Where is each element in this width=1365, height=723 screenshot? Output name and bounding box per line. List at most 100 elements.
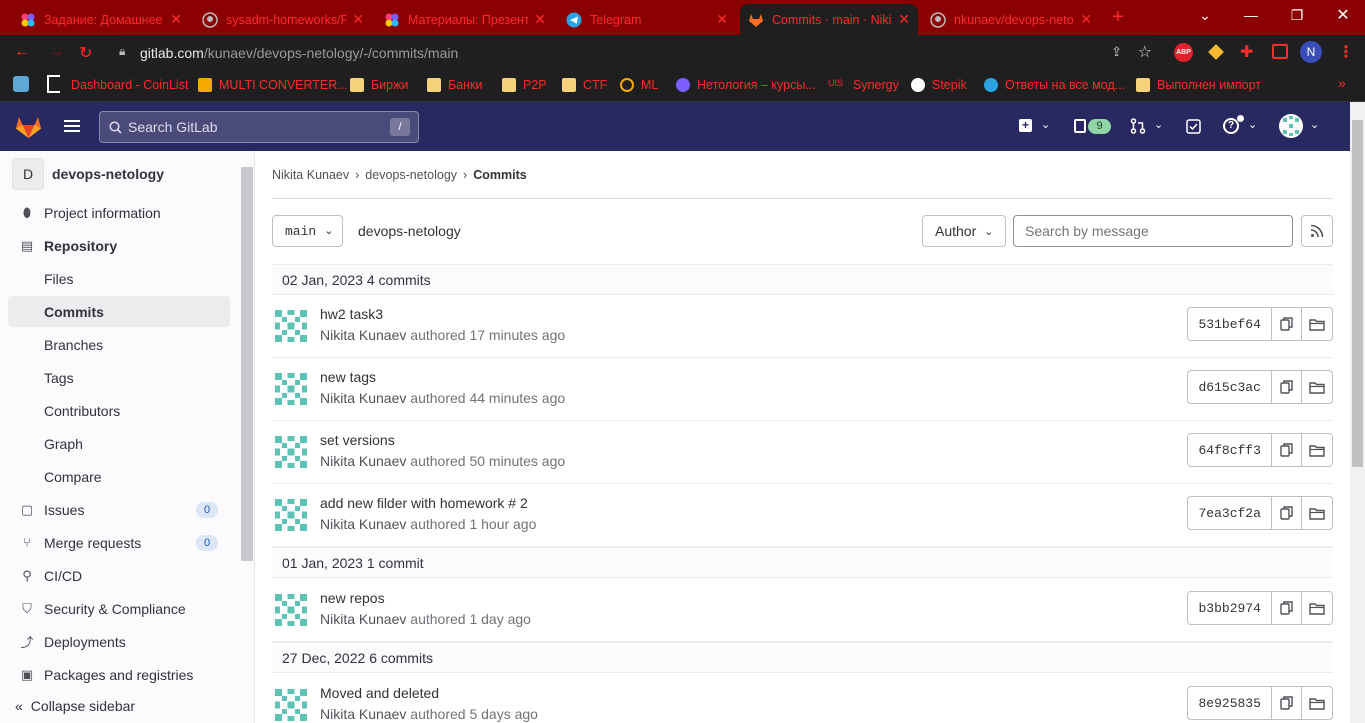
browse-files-button[interactable] xyxy=(1302,497,1332,529)
commit-author[interactable]: Nikita Kunaev xyxy=(320,453,406,469)
close-tab-icon[interactable]: ✕ xyxy=(898,11,910,28)
hamburger-menu-icon[interactable] xyxy=(64,120,80,132)
bookmark-item[interactable]: UIS Synergy xyxy=(828,75,899,95)
sidebar-item-security-compliance[interactable]: ⛉ Security & Compliance xyxy=(8,593,230,624)
browser-menu-icon[interactable]: ⋮ xyxy=(1338,42,1354,62)
search-input[interactable]: Search GitLab / xyxy=(99,111,419,143)
apps-icon[interactable] xyxy=(13,76,29,92)
commit-title[interactable]: add new filder with homework # 2 xyxy=(320,495,528,511)
bookmark-item[interactable]: P2P xyxy=(502,75,547,95)
sidebar-item-deployments[interactable]: ⤴ Deployments xyxy=(8,626,230,657)
sidebar-item-graph[interactable]: Graph xyxy=(8,428,230,459)
sidebar-item-issues[interactable]: ▢ Issues 0 xyxy=(8,494,230,525)
copy-sha-button[interactable] xyxy=(1272,592,1303,624)
sidebar-scrollbar[interactable] xyxy=(241,167,253,561)
search-by-message-input[interactable] xyxy=(1013,215,1293,247)
forward-icon[interactable]: → xyxy=(48,43,64,61)
sidebar-item-packages-registries[interactable]: ▣ Packages and registries xyxy=(8,659,230,690)
bookmark-item[interactable]: CTF xyxy=(562,75,607,95)
todo-icon[interactable] xyxy=(1186,119,1201,134)
close-window-icon[interactable]: ✕ xyxy=(1320,0,1365,30)
commit-author[interactable]: Nikita Kunaev xyxy=(320,390,406,406)
extensions-puzzle-icon[interactable]: ✚ xyxy=(1240,42,1253,62)
binance-extension-icon[interactable] xyxy=(1208,44,1224,60)
bookmark-item[interactable]: Биржи xyxy=(350,75,408,95)
browser-tab[interactable]: Задание: Домашнее з ✕ xyxy=(12,4,190,35)
commit-title[interactable]: new tags xyxy=(320,369,376,385)
commit-author[interactable]: Nikita Kunaev xyxy=(320,516,406,532)
chevron-down-icon[interactable]: ⌄ xyxy=(1154,118,1163,131)
sidebar-item-compare[interactable]: Compare xyxy=(8,461,230,492)
gitlab-logo-icon[interactable] xyxy=(15,113,42,139)
breadcrumb-link[interactable]: Nikita Kunaev xyxy=(272,168,349,182)
close-tab-icon[interactable]: ✕ xyxy=(534,11,546,28)
bookmark-item[interactable]: Stepik xyxy=(911,75,967,95)
close-tab-icon[interactable]: ✕ xyxy=(352,11,364,28)
bookmark-star-icon[interactable]: ☆ xyxy=(1138,42,1152,62)
share-icon[interactable]: ⇪ xyxy=(1111,44,1122,60)
scrollbar-thumb[interactable] xyxy=(1352,120,1363,467)
chevron-down-icon[interactable]: ⌄ xyxy=(1310,118,1319,131)
sidebar-item-commits[interactable]: Commits xyxy=(8,296,230,327)
create-new-icon[interactable]: + xyxy=(1019,119,1032,132)
commit-sha-button[interactable]: 64f8cff3 xyxy=(1188,434,1273,466)
minimize-icon[interactable]: — xyxy=(1228,0,1274,30)
new-tab-icon[interactable]: + xyxy=(1108,7,1128,28)
commit-author[interactable]: Nikita Kunaev xyxy=(320,327,406,343)
copy-sha-button[interactable] xyxy=(1272,687,1303,719)
sidebar-item-tags[interactable]: Tags xyxy=(8,362,230,393)
close-tab-icon[interactable]: ✕ xyxy=(1080,11,1092,28)
browse-files-button[interactable] xyxy=(1302,687,1332,719)
author-avatar[interactable] xyxy=(272,496,310,534)
browser-tab[interactable]: nkunaev/devops-neto ✕ xyxy=(922,4,1100,35)
bookmark-item[interactable]: Ответы на все мод... xyxy=(984,75,1125,95)
maximize-icon[interactable]: ❐ xyxy=(1274,0,1320,30)
chevron-down-icon[interactable]: ⌄ xyxy=(1248,118,1257,131)
commit-title[interactable]: hw2 task3 xyxy=(320,306,383,322)
commit-sha-button[interactable]: b3bb2974 xyxy=(1188,592,1273,624)
commit-author[interactable]: Nikita Kunaev xyxy=(320,611,406,627)
commit-author[interactable]: Nikita Kunaev xyxy=(320,706,406,722)
reload-icon[interactable]: ↻ xyxy=(79,43,92,63)
more-bookmarks-icon[interactable]: » xyxy=(1338,75,1346,91)
bookmark-item[interactable]: MULTI CONVERTER... xyxy=(198,75,348,95)
sidebar-item-merge-requests[interactable]: ⑂ Merge requests 0 xyxy=(8,527,230,558)
bookmark-item[interactable]: Выполнен импорт xyxy=(1136,75,1261,95)
browse-files-button[interactable] xyxy=(1302,434,1332,466)
breadcrumb-link[interactable]: devops-netology xyxy=(365,168,457,182)
browse-files-button[interactable] xyxy=(1302,592,1332,624)
commit-sha-button[interactable]: 7ea3cf2a xyxy=(1188,497,1273,529)
commit-title[interactable]: new repos xyxy=(320,590,385,606)
browser-tab-active[interactable]: Commits · main · Nikit ✕ xyxy=(740,4,918,35)
sidebar-item-files[interactable]: Files xyxy=(8,263,230,294)
bookmark-item[interactable]: Нетология – курсы... xyxy=(676,75,816,95)
author-avatar[interactable] xyxy=(272,307,310,345)
rss-feed-button[interactable] xyxy=(1301,215,1333,247)
browser-tab[interactable]: Telegram ✕ xyxy=(558,4,736,35)
author-avatar[interactable] xyxy=(272,686,310,723)
side-panel-icon[interactable] xyxy=(1272,44,1288,59)
page-scrollbar[interactable] xyxy=(1350,102,1365,723)
sidebar-item-project-information[interactable]: ⬮ Project information xyxy=(8,197,230,228)
bookmark-item[interactable]: Банки xyxy=(427,75,483,95)
merge-request-icon[interactable] xyxy=(1130,118,1146,134)
commit-sha-button[interactable]: 531bef64 xyxy=(1188,308,1273,340)
bookmark-item[interactable]: Dashboard - CoinList xyxy=(71,75,188,95)
copy-sha-button[interactable] xyxy=(1272,497,1303,529)
issues-icon[interactable] xyxy=(1074,119,1086,133)
commit-sha-button[interactable]: 8e925835 xyxy=(1188,687,1273,719)
sidebar-item-contributors[interactable]: Contributors xyxy=(8,395,230,426)
copy-sha-button[interactable] xyxy=(1272,434,1303,466)
bookmark-item[interactable]: ML xyxy=(620,75,658,95)
copy-sha-button[interactable] xyxy=(1272,308,1303,340)
chevron-down-icon[interactable]: ⌄ xyxy=(1041,118,1050,131)
collapse-sidebar-button[interactable]: « Collapse sidebar xyxy=(0,688,254,723)
author-avatar[interactable] xyxy=(272,370,310,408)
commit-title[interactable]: Moved and deleted xyxy=(320,685,439,701)
back-icon[interactable]: ← xyxy=(14,43,30,61)
close-tab-icon[interactable]: ✕ xyxy=(170,11,182,28)
adblock-extension-icon[interactable]: ABP xyxy=(1174,43,1193,62)
close-tab-icon[interactable]: ✕ xyxy=(716,11,728,28)
profile-avatar[interactable]: N xyxy=(1300,41,1322,63)
url-field[interactable]: 🔒︎ gitlab.com/kunaev/devops-netology/-/c… xyxy=(108,39,1162,66)
